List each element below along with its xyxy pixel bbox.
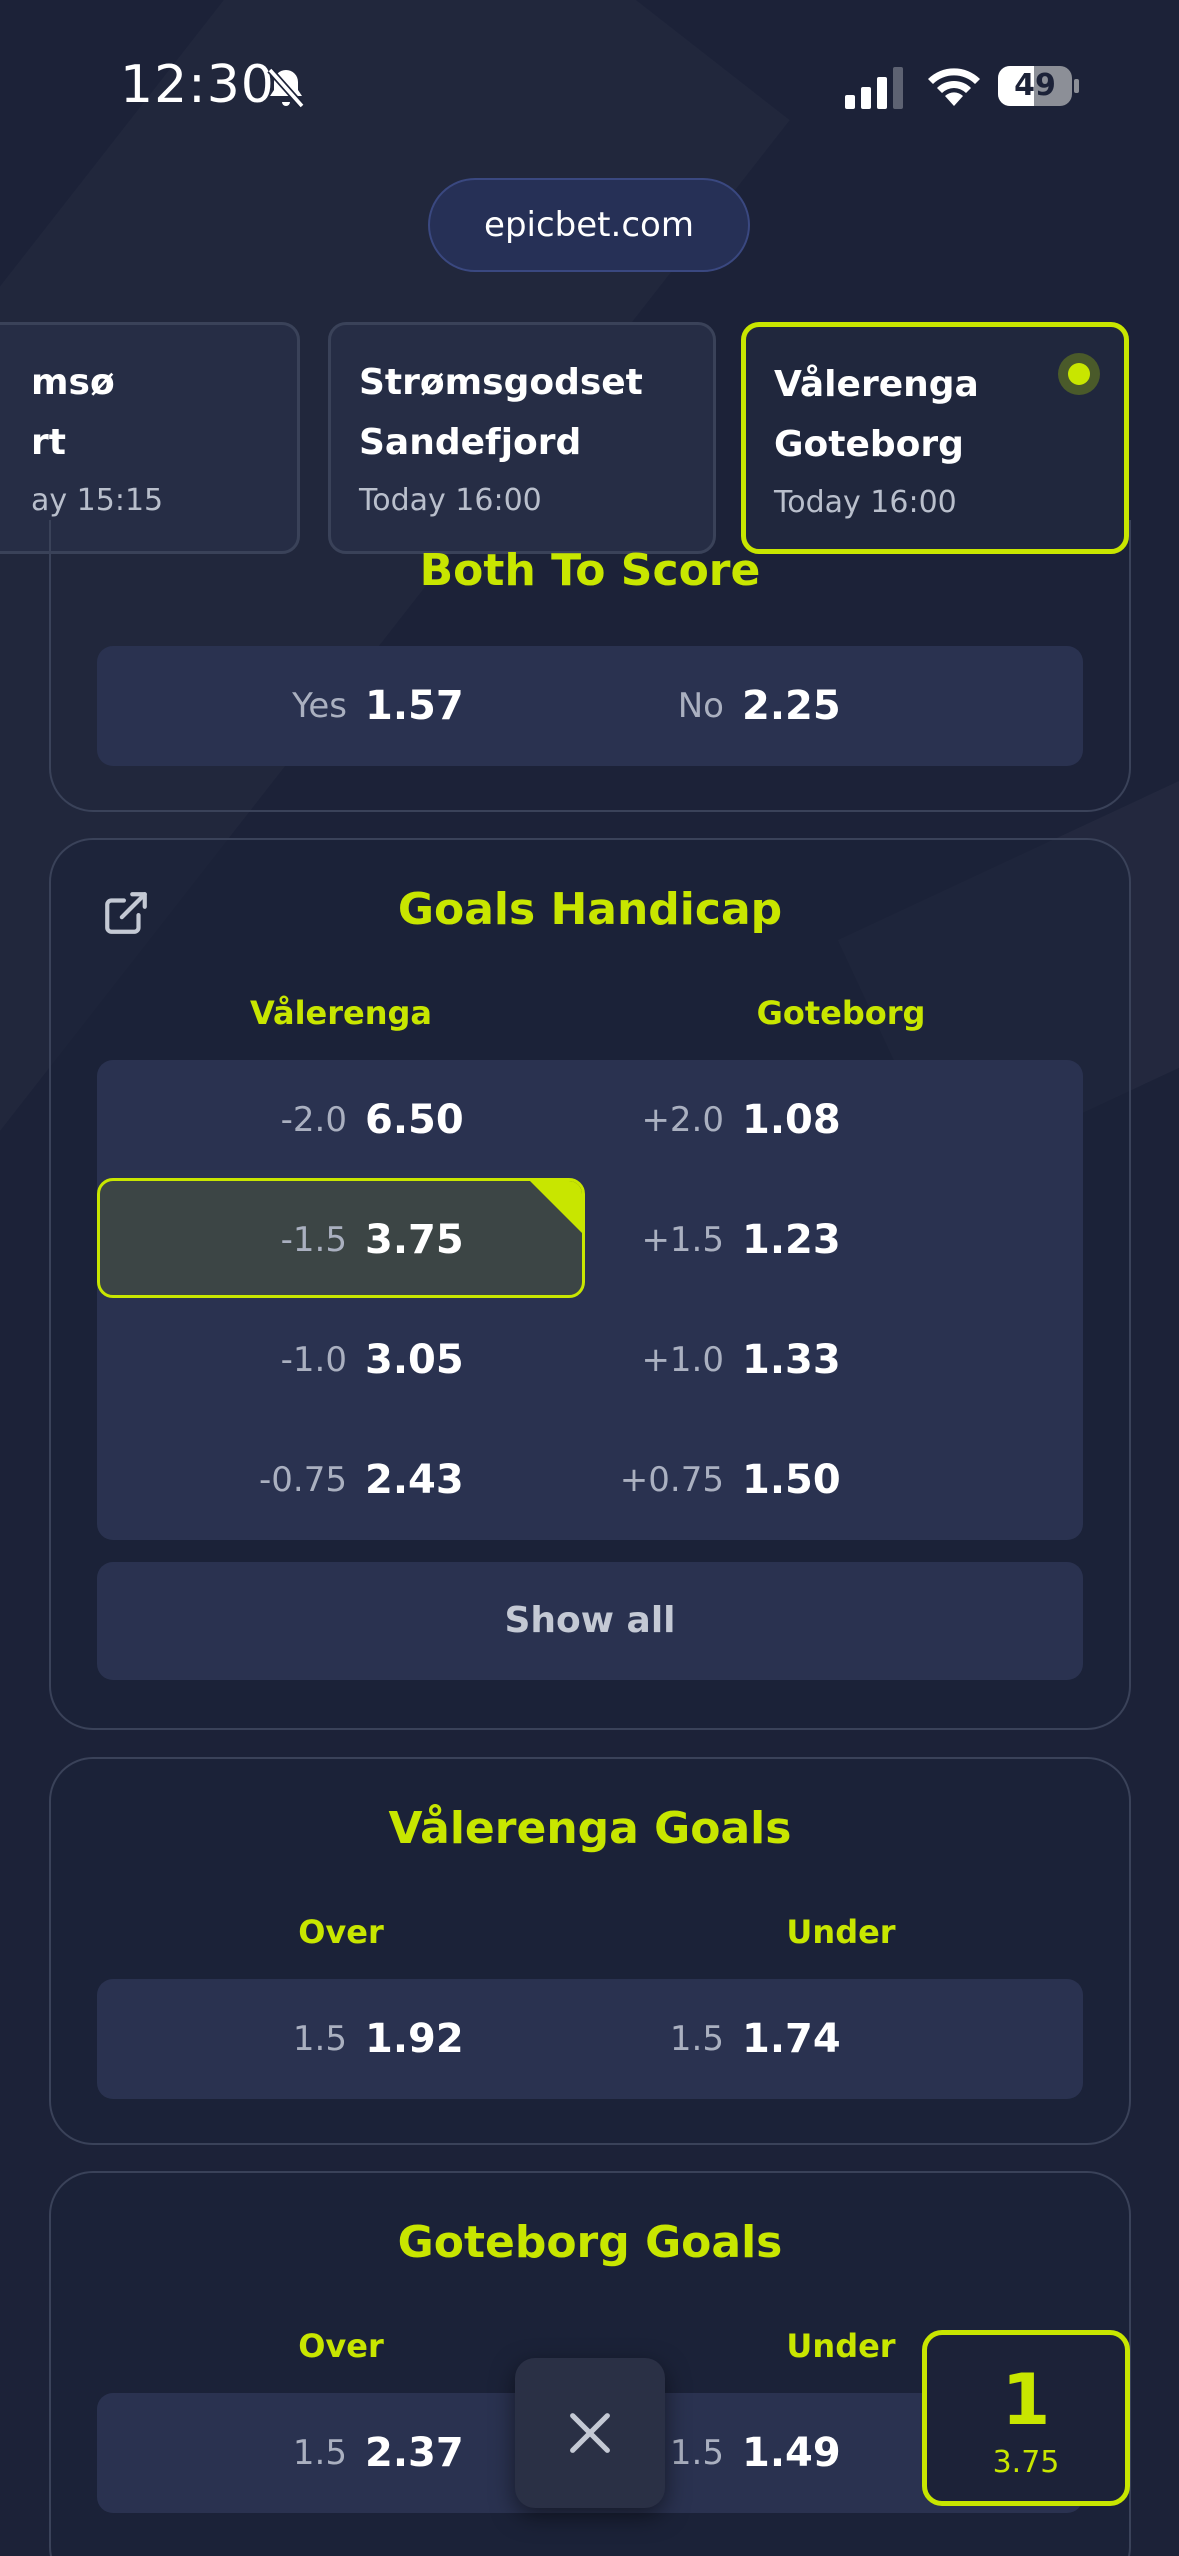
odds-button-home-handicap[interactable]: -2.0 6.50 bbox=[97, 1060, 590, 1180]
odds-button-away-handicap[interactable]: +2.0 1.08 bbox=[590, 1060, 1083, 1180]
cellular-signal-icon bbox=[845, 67, 903, 109]
odds-button-no[interactable]: No 2.25 bbox=[590, 646, 1083, 766]
match-home-team: Vålerenga bbox=[774, 364, 979, 405]
handicap-line: +1.0 bbox=[641, 1340, 724, 1380]
odds-value: 1.92 bbox=[365, 2016, 464, 2062]
handicap-line: -1.0 bbox=[280, 1340, 347, 1380]
handicap-line: +1.5 bbox=[641, 1220, 724, 1260]
odds-value: 1.50 bbox=[742, 1457, 841, 1503]
bell-muted-icon bbox=[267, 67, 305, 109]
betslip-button[interactable]: 1 3.75 bbox=[922, 2330, 1130, 2506]
column-header-home: Vålerenga bbox=[249, 994, 433, 1032]
odds-button-home-handicap[interactable]: -0.75 2.43 bbox=[97, 1420, 590, 1540]
match-away-team: rt bbox=[31, 422, 66, 463]
odds-button-yes[interactable]: Yes 1.57 bbox=[97, 646, 590, 766]
battery-percent: 49 bbox=[1014, 68, 1056, 103]
panel-title: Goals Handicap bbox=[397, 884, 783, 935]
odds-label: No bbox=[677, 686, 724, 726]
handicap-line: -0.75 bbox=[259, 1460, 347, 1500]
odds-line: 1.5 bbox=[292, 2433, 347, 2473]
battery-icon: 49 bbox=[998, 66, 1079, 106]
betslip-total-odds: 3.75 bbox=[992, 2445, 1060, 2480]
match-away-team: Goteborg bbox=[774, 424, 964, 465]
panel-title: Vålerenga Goals bbox=[388, 1803, 792, 1854]
match-home-team: msø bbox=[31, 362, 115, 403]
both-to-score-row: Yes 1.57 No 2.25 bbox=[97, 646, 1083, 766]
valerenga-goals-panel: Vålerenga Goals Over Under 1.5 1.92 1.5 … bbox=[49, 1757, 1131, 2145]
match-home-team: Strømsgodset bbox=[359, 362, 643, 403]
panel-title: Goteborg Goals bbox=[397, 2217, 783, 2268]
live-indicator-icon bbox=[1058, 353, 1100, 395]
column-header-away: Goteborg bbox=[756, 994, 926, 1032]
odds-value: 1.74 bbox=[742, 2016, 841, 2062]
odds-value: 1.08 bbox=[742, 1097, 841, 1143]
url-bar[interactable]: epicbet.com bbox=[428, 178, 750, 272]
clock: 12:30 bbox=[120, 55, 275, 115]
odds-line: 1.5 bbox=[669, 2019, 724, 2059]
odds-button-away-handicap[interactable]: +0.75 1.50 bbox=[590, 1420, 1083, 1540]
close-icon bbox=[570, 2413, 610, 2453]
both-to-score-panel: Both To Score Yes 1.57 No 2.25 bbox=[49, 520, 1131, 812]
handicap-line: -2.0 bbox=[280, 1100, 347, 1140]
goals-row: 1.5 1.92 1.5 1.74 bbox=[97, 1979, 1083, 2099]
goals-handicap-panel: Goals Handicap Vålerenga Goteborg -2.0 6.… bbox=[49, 838, 1131, 1730]
odds-button-under[interactable]: 1.5 1.74 bbox=[590, 1979, 1083, 2099]
handicap-line: -1.5 bbox=[280, 1220, 347, 1260]
odds-value: 1.23 bbox=[742, 1217, 841, 1263]
handicap-line: +2.0 bbox=[641, 1100, 724, 1140]
odds-value: 3.05 bbox=[365, 1337, 464, 1383]
odds-label: Yes bbox=[292, 686, 347, 726]
wifi-icon bbox=[928, 68, 980, 106]
odds-value: 1.49 bbox=[742, 2430, 841, 2476]
odds-button-away-handicap[interactable]: +1.0 1.33 bbox=[590, 1300, 1083, 1420]
odds-button-over[interactable]: 1.5 1.92 bbox=[97, 1979, 590, 2099]
column-header-over: Over bbox=[298, 2327, 384, 2365]
odds-value: 6.50 bbox=[365, 1097, 464, 1143]
close-button[interactable] bbox=[515, 2358, 665, 2508]
odds-button-home-handicap[interactable]: -1.5 3.75 bbox=[97, 1180, 590, 1300]
odds-value: 1.57 bbox=[365, 683, 464, 729]
column-header-under: Under bbox=[786, 1913, 896, 1951]
odds-value: 2.43 bbox=[365, 1457, 464, 1503]
column-header-over: Over bbox=[298, 1913, 384, 1951]
odds-value: 3.75 bbox=[365, 1217, 464, 1263]
odds-button-home-handicap[interactable]: -1.0 3.05 bbox=[97, 1300, 590, 1420]
status-bar: 12:30 49 bbox=[0, 0, 1179, 170]
odds-value: 2.37 bbox=[365, 2430, 464, 2476]
odds-button-away-handicap[interactable]: +1.5 1.23 bbox=[590, 1180, 1083, 1300]
odds-value: 1.33 bbox=[742, 1337, 841, 1383]
match-away-team: Sandefjord bbox=[359, 422, 582, 463]
show-all-button[interactable]: Show all bbox=[97, 1562, 1083, 1680]
odds-line: 1.5 bbox=[292, 2019, 347, 2059]
odds-value: 2.25 bbox=[742, 683, 841, 729]
handicap-line: +0.75 bbox=[619, 1460, 724, 1500]
betslip-count: 1 bbox=[1001, 2359, 1051, 2441]
panel-title: Both To Score bbox=[419, 545, 761, 596]
